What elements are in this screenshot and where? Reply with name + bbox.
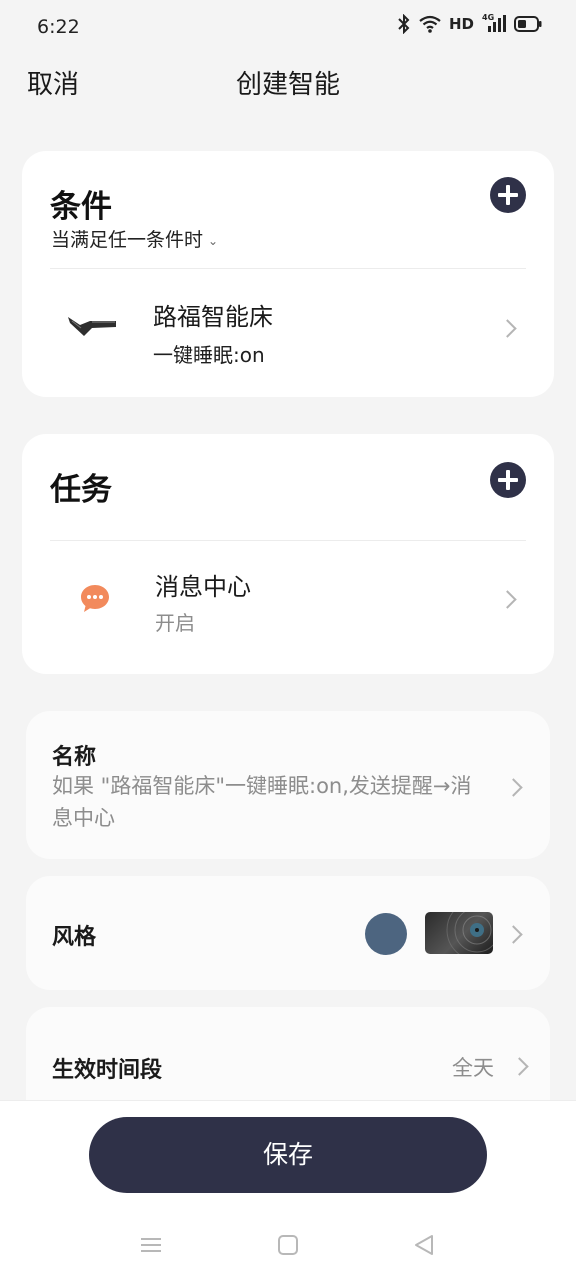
add-task-button[interactable] xyxy=(490,462,526,498)
conditions-card: 条件 当满足任一条件时 ⌄ 路福智能床 一键睡眠:on xyxy=(22,151,554,397)
add-condition-button[interactable] xyxy=(490,177,526,213)
tasks-title: 任务 xyxy=(50,472,112,508)
style-background-thumbnail xyxy=(425,912,493,954)
name-field[interactable]: 名称 如果 "路福智能床"一键睡眠:on,发送提醒→消息中心 xyxy=(26,711,550,859)
message-center-icon xyxy=(78,582,112,620)
condition-mode-dropdown[interactable]: 当满足任一条件时 ⌄ xyxy=(51,225,218,252)
back-nav-icon[interactable] xyxy=(413,1234,435,1260)
task-name: 消息中心 xyxy=(155,573,251,601)
signal-icon: 4G xyxy=(482,13,506,33)
condition-item[interactable]: 路福智能床 一键睡眠:on xyxy=(22,269,554,397)
style-label: 风格 xyxy=(52,925,97,950)
chevron-right-icon xyxy=(510,1057,529,1076)
name-label: 名称 xyxy=(52,745,97,770)
header: 取消 创建智能 xyxy=(0,56,576,108)
period-label: 生效时间段 xyxy=(52,1058,163,1083)
name-value: 如果 "路福智能床"一键睡眠:on,发送提醒→消息中心 xyxy=(52,774,472,830)
smart-bed-icon xyxy=(66,309,118,347)
bottom-bar: 保存 xyxy=(0,1100,576,1281)
task-detail: 开启 xyxy=(155,611,195,635)
chevron-right-icon xyxy=(504,925,523,944)
status-icons: HD 4G xyxy=(397,13,542,34)
chevron-right-icon xyxy=(498,319,517,338)
network-label: HD xyxy=(448,15,474,33)
battery-icon xyxy=(514,16,542,32)
style-field[interactable]: 风格 xyxy=(26,876,550,990)
bluetooth-icon xyxy=(397,14,411,34)
conditions-title: 条件 xyxy=(50,189,112,225)
menu-nav-icon[interactable] xyxy=(140,1236,162,1258)
task-item[interactable]: 消息中心 开启 xyxy=(22,541,554,674)
condition-detail: 一键睡眠:on xyxy=(153,343,265,367)
period-value: 全天 xyxy=(452,1056,494,1080)
tasks-card: 任务 消息中心 开启 xyxy=(22,434,554,674)
status-bar: 6:22 HD 4G xyxy=(0,0,576,56)
chevron-right-icon xyxy=(504,778,523,797)
page-title: 创建智能 xyxy=(235,70,340,100)
style-color-swatch xyxy=(365,913,407,955)
save-button[interactable]: 保存 xyxy=(89,1117,487,1193)
status-time: 6:22 xyxy=(37,16,80,38)
condition-device-name: 路福智能床 xyxy=(153,303,273,331)
chevron-down-icon: ⌄ xyxy=(208,233,219,248)
home-nav-icon[interactable] xyxy=(277,1234,299,1260)
chevron-right-icon xyxy=(498,590,517,609)
wifi-icon xyxy=(419,15,441,33)
